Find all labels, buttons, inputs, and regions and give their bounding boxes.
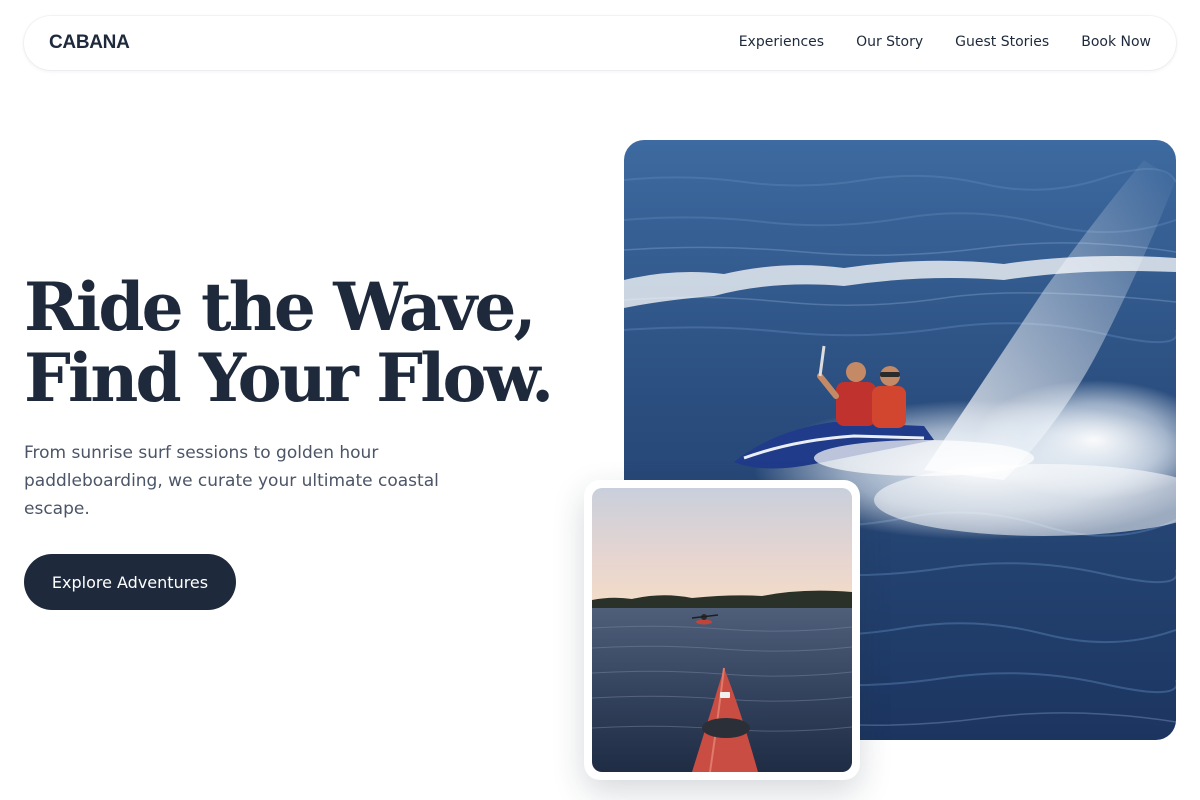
navbar: CABANA Experiences Our Story Guest Stori… [24, 16, 1176, 70]
hero-heading: Ride the Wave, Find Your Flow. [24, 272, 584, 414]
nav-link-guest-stories[interactable]: Guest Stories [955, 34, 1049, 50]
nav-link-experiences[interactable]: Experiences [739, 34, 824, 50]
hero-subtitle: From sunrise surf sessions to golden hou… [24, 443, 439, 519]
explore-adventures-button[interactable]: Explore Adventures [24, 554, 236, 610]
nav-link-book-now[interactable]: Book Now [1081, 34, 1151, 50]
brand-logo[interactable]: CABANA [49, 32, 130, 54]
kayak-photo [592, 488, 852, 772]
nav-link-our-story[interactable]: Our Story [856, 34, 923, 50]
nav-links: Experiences Our Story Guest Stories Book… [739, 34, 1151, 50]
hero-heading-line-1: Ride the Wave, [24, 268, 537, 346]
hero-heading-line-2: Find Your Flow. [24, 339, 554, 417]
kayak-photo-frame [584, 480, 860, 780]
kayak-photo-illustration [592, 488, 852, 772]
